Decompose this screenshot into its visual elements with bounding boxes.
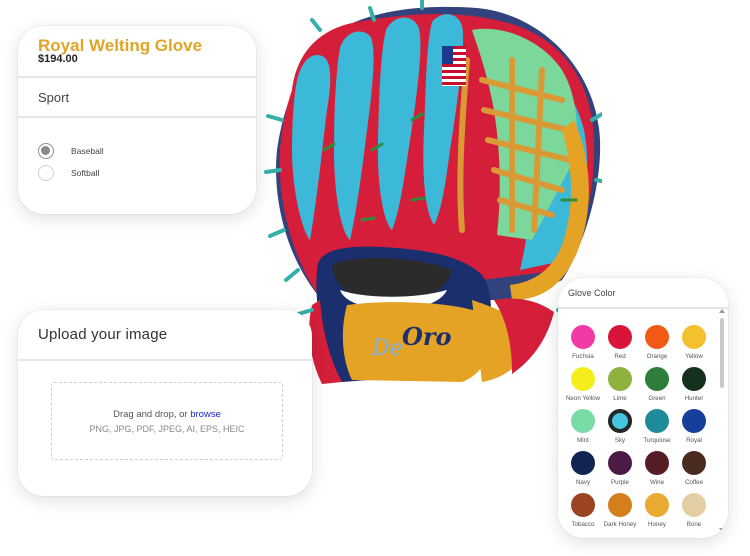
divider <box>18 76 256 78</box>
swatch-label: Bone <box>686 521 702 528</box>
color-swatch-dark-honey[interactable]: Dark Honey <box>602 493 638 528</box>
color-swatch-royal[interactable]: Royal <box>676 409 712 444</box>
product-price: $194.00 <box>38 53 78 65</box>
browse-link[interactable]: browse <box>190 409 221 420</box>
upload-card: Upload your image Drag and drop, or brow… <box>18 310 312 496</box>
drop-text: Drag and drop, or <box>113 409 188 420</box>
swatch-circle[interactable] <box>645 451 669 475</box>
color-swatch-neon-yellow[interactable]: Neon Yellow <box>565 367 601 402</box>
color-swatch-navy[interactable]: Navy <box>565 451 601 486</box>
color-swatch-wine[interactable]: Wine <box>639 451 675 486</box>
swatch-circle[interactable] <box>645 493 669 517</box>
swatch-circle[interactable] <box>645 325 669 349</box>
color-swatch-purple[interactable]: Purple <box>602 451 638 486</box>
swatch-label: Navy <box>575 479 591 486</box>
glove-color-card: Glove Color Fuchsia Red Orange Yellow Neon Y… <box>558 278 728 538</box>
swatch-label: Red <box>614 353 626 360</box>
sport-option-softball[interactable]: Softball <box>38 165 99 181</box>
swatch-label: Dark Honey <box>603 521 637 528</box>
swatch-label: Hunter <box>684 395 704 402</box>
color-swatch-grid: Fuchsia Red Orange Yellow Neon Yellow Lime Gre… <box>565 325 715 528</box>
image-dropzone[interactable]: Drag and drop, or browse PNG, JPG, PDF, … <box>51 382 283 460</box>
radio-button[interactable] <box>38 165 54 181</box>
swatch-circle[interactable] <box>608 409 632 433</box>
swatch-circle[interactable] <box>608 325 632 349</box>
swatch-label: Turquiose <box>643 437 671 444</box>
swatch-circle[interactable] <box>571 325 595 349</box>
sport-option-baseball[interactable]: Baseball <box>38 143 104 159</box>
swatch-label: Royal <box>686 437 702 444</box>
swatch-label: Honey <box>648 521 666 528</box>
radio-button-selected[interactable] <box>38 143 54 159</box>
swatch-label: Neon Yellow <box>565 395 601 402</box>
sport-section-label: Sport <box>38 90 70 105</box>
scrollbar-thumb[interactable] <box>720 318 724 388</box>
divider <box>18 359 312 361</box>
swatch-label: Tobacco <box>571 521 595 528</box>
drop-instructions: Drag and drop, or browse <box>52 409 282 420</box>
swatch-circle[interactable] <box>608 493 632 517</box>
swatch-circle[interactable] <box>682 367 706 391</box>
scroll-up-icon[interactable] <box>719 309 725 313</box>
color-swatch-bone[interactable]: Bone <box>676 493 712 528</box>
swatch-label: Purple <box>611 479 629 486</box>
swatch-circle[interactable] <box>682 325 706 349</box>
color-swatch-orange[interactable]: Orange <box>639 325 675 360</box>
scroll-down-icon[interactable] <box>719 528 725 532</box>
swatch-circle[interactable] <box>571 367 595 391</box>
swatch-circle[interactable] <box>645 409 669 433</box>
sport-option-label: Baseball <box>71 146 104 156</box>
sport-option-label: Softball <box>71 168 100 178</box>
swatch-circle[interactable] <box>608 451 632 475</box>
swatch-label: Green <box>648 395 666 402</box>
swatch-circle[interactable] <box>608 367 632 391</box>
glove-color-title: Glove Color <box>568 288 616 298</box>
color-swatch-lime[interactable]: Lime <box>602 367 638 402</box>
color-swatch-mint[interactable]: Mint <box>565 409 601 444</box>
product-card: Royal Welting Glove $194.00 Sport Baseba… <box>18 26 256 214</box>
accepted-formats: PNG, JPG, PDF, JPEG, AI, EPS, HEIC <box>89 424 245 434</box>
upload-title: Upload your image <box>38 326 168 343</box>
divider <box>558 307 728 309</box>
swatch-label: Sky <box>614 437 626 444</box>
swatch-circle[interactable] <box>645 367 669 391</box>
divider <box>18 116 256 118</box>
color-swatch-sky[interactable]: Sky <box>602 409 638 444</box>
color-swatch-turquiose[interactable]: Turquiose <box>639 409 675 444</box>
color-swatch-hunter[interactable]: Hunter <box>676 367 712 402</box>
swatch-circle[interactable] <box>571 409 595 433</box>
swatch-circle[interactable] <box>682 409 706 433</box>
swatch-label: Wine <box>649 479 665 486</box>
color-swatch-honey[interactable]: Honey <box>639 493 675 528</box>
swatch-label: Mint <box>577 437 589 444</box>
glove-preview-image: De Oro <box>264 0 602 384</box>
color-swatch-fuchsia[interactable]: Fuchsia <box>565 325 601 360</box>
swatch-label: Yellow <box>685 353 703 360</box>
glove-logo-de: De <box>371 336 403 361</box>
swatch-circle[interactable] <box>571 451 595 475</box>
swatch-circle[interactable] <box>682 493 706 517</box>
color-swatch-red[interactable]: Red <box>602 325 638 360</box>
color-swatch-tobacco[interactable]: Tobacco <box>565 493 601 528</box>
swatch-label: Coffee <box>684 479 704 486</box>
color-swatch-green[interactable]: Green <box>639 367 675 402</box>
color-swatch-coffee[interactable]: Coffee <box>676 451 712 486</box>
glove-logo-oro: Oro <box>402 322 452 351</box>
swatch-circle[interactable] <box>571 493 595 517</box>
swatch-label: Fuchsia <box>572 353 594 360</box>
swatch-label: Lime <box>613 395 627 402</box>
swatch-label: Orange <box>646 353 668 360</box>
swatch-circle[interactable] <box>682 451 706 475</box>
color-swatch-yellow[interactable]: Yellow <box>676 325 712 360</box>
